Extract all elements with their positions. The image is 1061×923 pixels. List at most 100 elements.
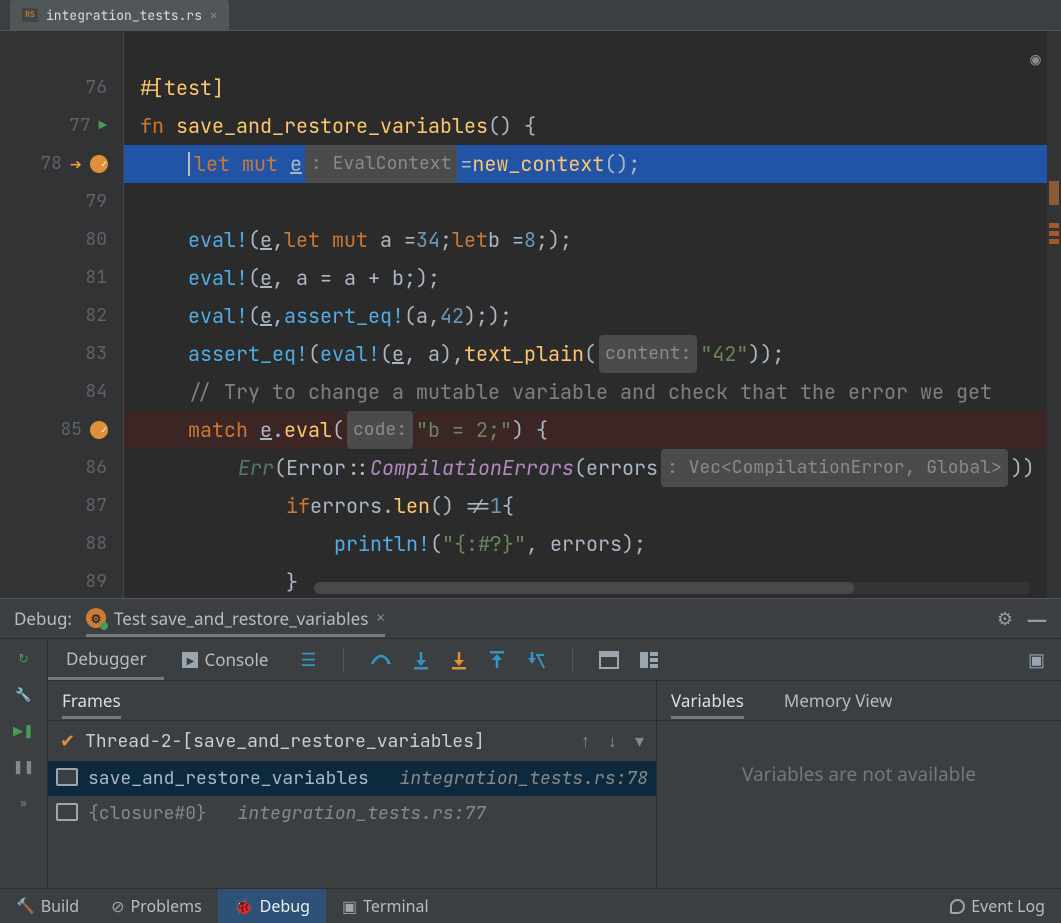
force-step-into-icon[interactable] xyxy=(450,650,468,670)
frames-tab[interactable]: Frames xyxy=(62,682,121,719)
thread-dropdown-icon[interactable]: ▾ xyxy=(635,729,644,753)
text-caret xyxy=(188,152,190,176)
run-to-cursor-icon[interactable] xyxy=(526,650,546,670)
horizontal-scrollbar[interactable] xyxy=(314,582,1031,594)
debug-session-tab[interactable]: ⚙ Test save_and_restore_variables × xyxy=(86,601,385,637)
step-out-icon[interactable] xyxy=(488,650,506,670)
prev-thread-icon[interactable]: ↑ xyxy=(581,729,590,753)
separator xyxy=(343,648,344,672)
variables-panel: Variables Memory View Variables are not … xyxy=(657,681,1061,888)
debug-header: Debug: ⚙ Test save_and_restore_variables… xyxy=(0,599,1061,639)
code-text: #[test] xyxy=(140,69,224,107)
line-number: 85 xyxy=(54,411,82,449)
layout-restore-icon[interactable]: ▣ xyxy=(1028,648,1061,672)
minimap-mark xyxy=(1049,231,1059,236)
status-terminal[interactable]: ▣Terminal xyxy=(326,889,445,923)
run-test-gutter-icon[interactable]: ▶ xyxy=(99,107,107,145)
status-event-log[interactable]: Event Log xyxy=(934,889,1061,923)
thread-selector[interactable]: ✔ Thread-2-[save_and_restore_variables] … xyxy=(48,721,656,761)
type-hint: : EvalContext xyxy=(305,145,457,183)
debug-tool-window: Debug: ⚙ Test save_and_restore_variables… xyxy=(0,598,1061,888)
line-number: 83 xyxy=(79,335,107,373)
line-number: 84 xyxy=(79,373,107,411)
close-tab-icon[interactable]: × xyxy=(210,6,217,24)
rust-file-icon: RS xyxy=(22,8,38,22)
line-number: 81 xyxy=(79,259,107,297)
separator xyxy=(572,648,573,672)
debug-toolbar: Debugger ▶Console ☰ ▣ xyxy=(48,639,1061,681)
more-icon[interactable]: » xyxy=(20,793,27,811)
frame-function: save_and_restore_variables xyxy=(88,767,369,790)
variables-empty-message: Variables are not available xyxy=(657,721,1061,888)
frame-location: integration_tests.rs:78 xyxy=(400,767,648,790)
line-number: 86 xyxy=(79,449,107,487)
file-tab-label: integration_tests.rs xyxy=(46,7,202,24)
frame-icon xyxy=(60,772,78,786)
rust-run-config-icon: ⚙ xyxy=(86,608,106,628)
status-debug[interactable]: 🐞Debug xyxy=(218,889,326,923)
check-icon: ✔ xyxy=(60,729,75,753)
line-number: 79 xyxy=(79,183,107,221)
minimap-mark xyxy=(1049,239,1059,244)
debugger-tab[interactable]: Debugger xyxy=(48,639,164,680)
status-build[interactable]: 🔨Build xyxy=(0,889,95,923)
step-into-icon[interactable] xyxy=(412,650,430,670)
status-bar: 🔨Build ⊘Problems 🐞Debug ▣Terminal Event … xyxy=(0,888,1061,923)
code-editor[interactable]: 76 77▶ 78➔✓ 79 80 81 82 83 84 85✓ 86 87 … xyxy=(0,30,1061,598)
frame-location: integration_tests.rs:77 xyxy=(238,802,486,825)
pause-icon[interactable]: ❚❚ xyxy=(13,757,35,775)
layout-settings-icon[interactable] xyxy=(639,651,659,669)
step-over-icon[interactable] xyxy=(370,650,392,670)
param-hint: code: xyxy=(347,411,413,449)
line-number: 80 xyxy=(79,221,107,259)
line-number: 82 xyxy=(79,297,107,335)
bug-icon: 🐞 xyxy=(234,895,254,917)
settings-gear-icon[interactable]: ⚙ xyxy=(997,607,1013,631)
file-tab-integration-tests[interactable]: RS integration_tests.rs × xyxy=(10,0,229,30)
threads-icon[interactable]: ☰ xyxy=(300,648,316,672)
resume-icon[interactable]: ▶❚ xyxy=(13,721,34,739)
close-session-icon[interactable]: × xyxy=(376,608,385,628)
line-number: 78 xyxy=(34,145,62,183)
next-thread-icon[interactable]: ↓ xyxy=(608,729,617,753)
code-area[interactable]: ◉ #[test] fn save_and_restore_variables(… xyxy=(124,31,1061,598)
editor: 76 77▶ 78➔✓ 79 80 81 82 83 84 85✓ 86 87 … xyxy=(0,30,1061,598)
debug-session-title: Test save_and_restore_variables xyxy=(114,607,368,630)
line-number: 77 xyxy=(63,107,91,145)
speech-bubble-icon xyxy=(950,899,965,914)
terminal-icon: ▣ xyxy=(342,895,357,917)
hammer-icon: 🔨 xyxy=(16,896,35,916)
verified-icon: ✓ xyxy=(101,411,107,449)
frames-panel: Frames ✔ Thread-2-[save_and_restore_vari… xyxy=(48,681,657,888)
editor-tabbar: RS integration_tests.rs × xyxy=(0,0,1061,30)
wrench-icon[interactable]: 🔧 xyxy=(15,685,31,703)
variables-tab[interactable]: Variables xyxy=(671,682,744,719)
editor-gutter: 76 77▶ 78➔✓ 79 80 81 82 83 84 85✓ 86 87 … xyxy=(0,31,124,598)
param-hint: content: xyxy=(599,335,697,373)
line-number: 88 xyxy=(79,525,107,563)
scrollbar-thumb[interactable] xyxy=(314,582,854,594)
stack-frame-row[interactable]: save_and_restore_variables integration_t… xyxy=(48,761,656,796)
minimap-selection xyxy=(1049,181,1059,205)
stack-frame-row[interactable]: {closure#0} integration_tests.rs:77 xyxy=(48,796,656,831)
verified-icon: ✓ xyxy=(101,145,107,183)
memory-view-tab[interactable]: Memory View xyxy=(784,689,893,712)
status-problems[interactable]: ⊘Problems xyxy=(95,889,218,923)
minimize-icon[interactable]: — xyxy=(1027,605,1047,632)
line-number: 76 xyxy=(79,69,107,107)
editor-minimap[interactable] xyxy=(1047,31,1061,598)
type-hint: : Vec<CompilationError, Global> xyxy=(661,449,1008,487)
rerun-icon[interactable]: ↻ xyxy=(18,649,29,667)
console-icon: ▶ xyxy=(182,652,198,668)
minimap-mark xyxy=(1049,223,1059,228)
frame-function: {closure#0} xyxy=(88,802,207,825)
warning-icon: ⊘ xyxy=(111,895,124,917)
thread-name: Thread-2-[save_and_restore_variables] xyxy=(85,730,485,753)
frame-icon xyxy=(60,807,78,821)
console-tab[interactable]: ▶Console xyxy=(164,639,286,680)
line-number: 89 xyxy=(79,563,107,601)
execution-pointer-icon: ➔ xyxy=(70,145,82,183)
debug-side-toolbar: ↻ 🔧 ▶❚ ❚❚ » xyxy=(0,639,48,888)
line-number: 87 xyxy=(79,487,107,525)
evaluate-expression-icon[interactable] xyxy=(599,651,619,669)
